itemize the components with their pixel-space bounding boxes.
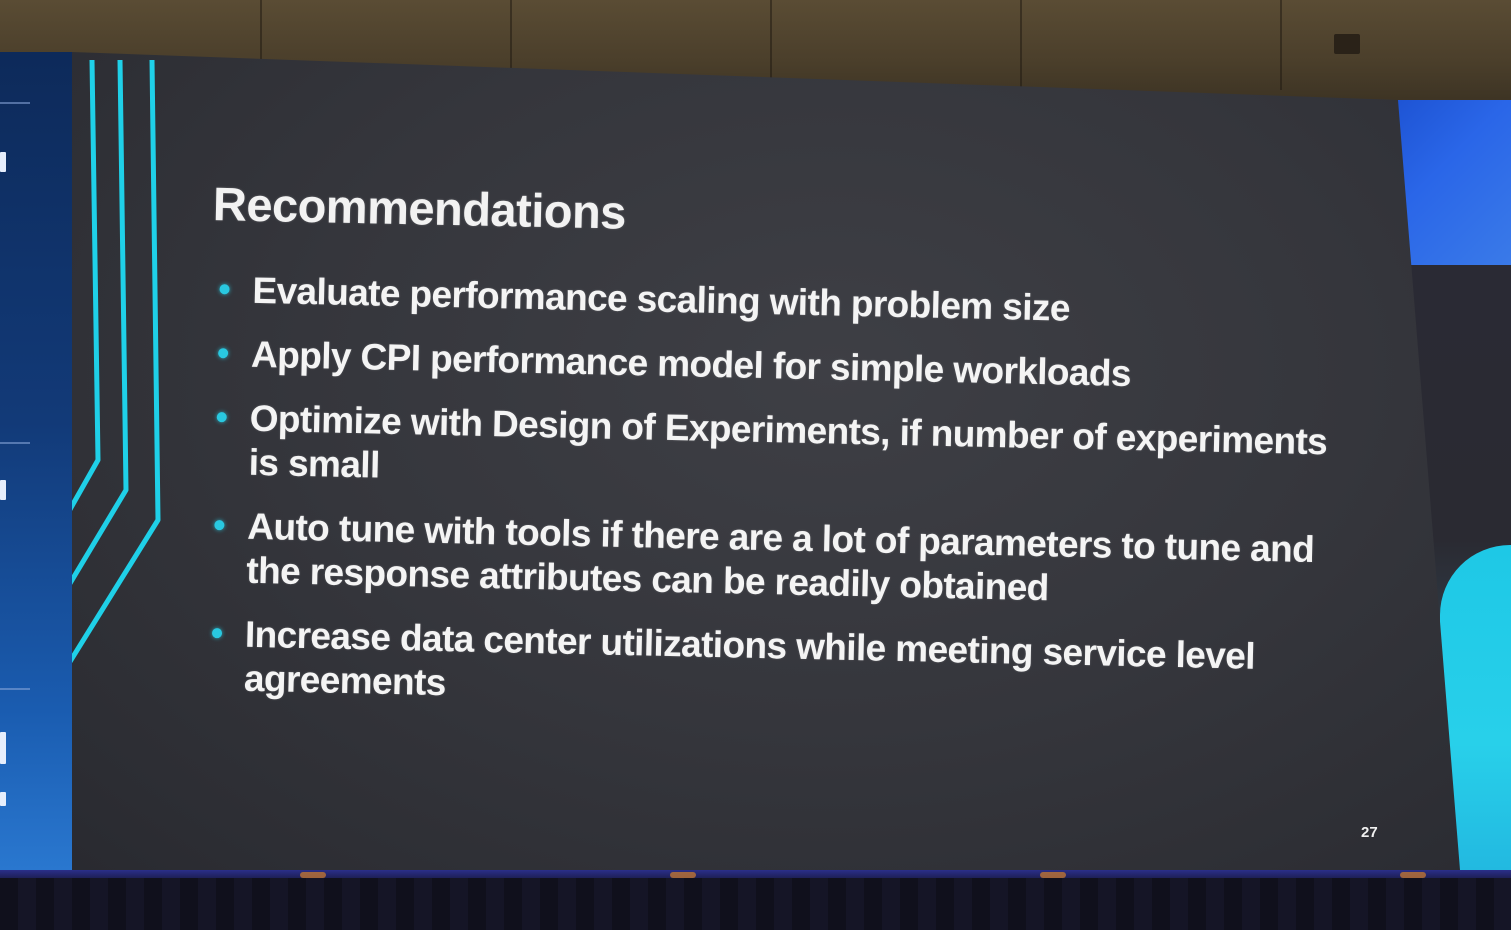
bullet-dot xyxy=(216,412,227,423)
left-screen-divider xyxy=(0,102,30,104)
bullet-text: Auto tune with tools if there are a lot … xyxy=(245,505,1315,609)
left-screen-mark xyxy=(0,152,6,172)
left-screen-mark xyxy=(0,792,6,806)
bullet-item: Optimize with Design of Experiments, if … xyxy=(210,396,1342,509)
bullet-item: Increase data center utilizations while … xyxy=(206,612,1338,725)
photo-scene: Recommendations Evaluate performance sca… xyxy=(0,0,1511,930)
slide-page-number: 27 xyxy=(1361,824,1378,841)
ceiling-panel xyxy=(770,0,1022,90)
bullet-dot xyxy=(218,348,229,359)
bullet-dot xyxy=(214,520,225,531)
stage-light xyxy=(300,872,326,878)
stage-light xyxy=(1400,872,1426,878)
bullet-item: Auto tune with tools if there are a lot … xyxy=(208,504,1340,617)
right-side-screen-top xyxy=(1398,100,1511,265)
bullet-list: Evaluate performance scaling with proble… xyxy=(205,268,1345,745)
bullet-dot xyxy=(219,284,230,295)
left-screen-mark xyxy=(0,480,6,500)
left-side-screen xyxy=(0,52,72,874)
stage-light xyxy=(670,872,696,878)
left-screen-divider xyxy=(0,688,30,690)
bullet-item: Apply CPI performance model for simple w… xyxy=(213,332,1344,401)
ceiling-vent xyxy=(1334,34,1360,54)
presentation-slide: Recommendations Evaluate performance sca… xyxy=(72,52,1460,874)
bullet-text: Apply CPI performance model for simple w… xyxy=(250,333,1132,395)
ceiling-panel xyxy=(1020,0,1282,90)
bullet-dot xyxy=(211,628,223,639)
stage-light xyxy=(1040,872,1066,878)
stage-floor xyxy=(0,878,1511,930)
bullet-text: Optimize with Design of Experiments, if … xyxy=(248,397,1328,486)
left-screen-mark xyxy=(0,732,6,764)
slide-title: Recommendations xyxy=(212,177,627,239)
accent-line-outer xyxy=(72,59,161,670)
left-screen-divider xyxy=(0,442,30,444)
bullet-text: Increase data center utilizations while … xyxy=(243,613,1256,704)
